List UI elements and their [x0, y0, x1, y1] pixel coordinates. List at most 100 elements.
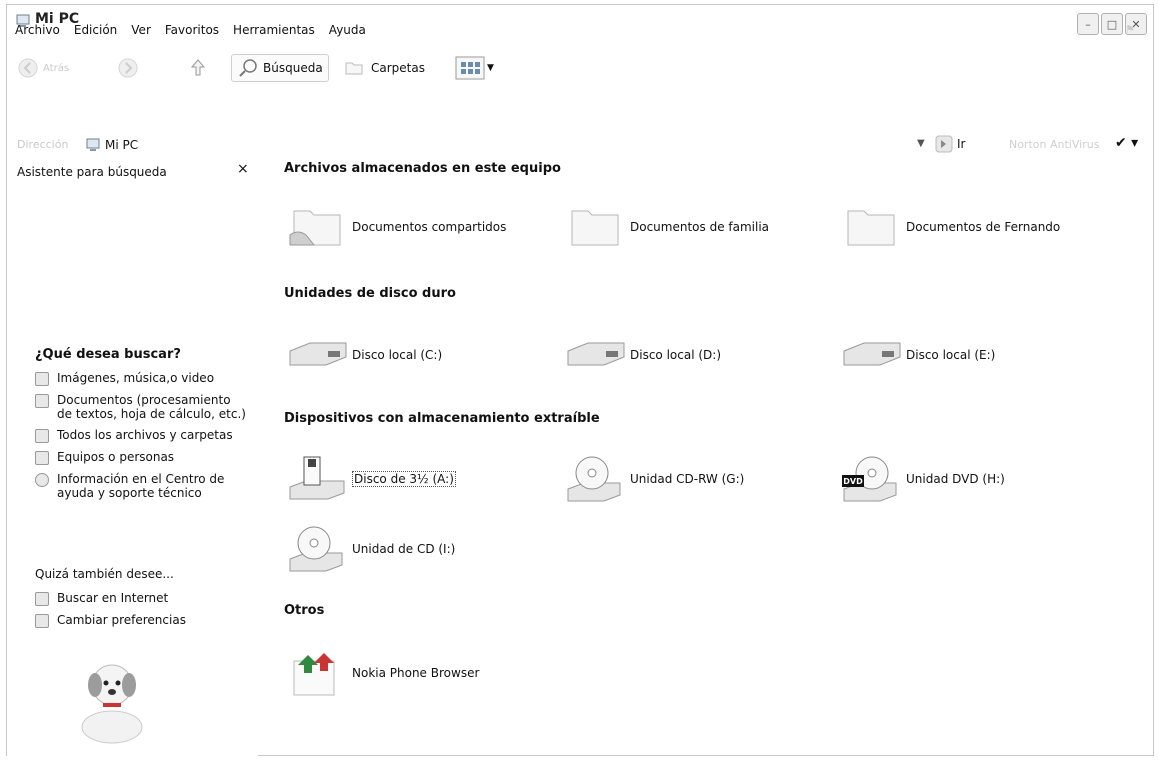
- nokia-phone-browser[interactable]: Nokia Phone Browser: [284, 647, 479, 699]
- menu-bar: Archivo Edición Ver Favoritos Herramient…: [7, 23, 1153, 41]
- folders-button[interactable]: Carpetas: [343, 54, 425, 82]
- phone-browser-icon: [293, 653, 335, 696]
- folder-icon: [571, 210, 619, 246]
- hard-drive-icon: [567, 342, 625, 366]
- search-companion-pane: Asistente para búsqueda × ¿Qué desea bus…: [7, 157, 258, 757]
- section-removable: Dispositivos con almacenamiento extraíbl…: [284, 411, 600, 426]
- folder-family-documents[interactable]: Documentos de familia: [562, 201, 769, 253]
- floppy-drive-icon: [289, 456, 345, 500]
- option-computers[interactable]: Equipos o personas: [35, 450, 247, 465]
- folder-label: Documentos compartidos: [352, 220, 507, 234]
- search-button[interactable]: Búsqueda: [231, 54, 329, 82]
- checkbox-icon: [35, 614, 49, 628]
- floppy-a[interactable]: Disco de 3½ (A:): [284, 453, 456, 505]
- up-folder-icon: [190, 59, 206, 76]
- section-hard-drives: Unidades de disco duro: [284, 286, 456, 301]
- back-arrow-icon: [18, 58, 38, 78]
- search-options: Imágenes, música,o video Documentos (pro…: [35, 371, 247, 507]
- magnifier-icon: [239, 59, 257, 77]
- option-label: Buscar en Internet: [57, 591, 169, 605]
- back-button[interactable]: Atrás: [17, 54, 69, 82]
- section-stored-files: Archivos almacenados en este equipo: [284, 161, 561, 176]
- cd-i[interactable]: Unidad de CD (I:): [284, 523, 455, 575]
- back-label: Atrás: [43, 62, 70, 74]
- folder-icon: [847, 210, 895, 246]
- cd-drive-icon: [567, 456, 621, 502]
- dvd-h[interactable]: DVD Unidad DVD (H:): [838, 453, 1005, 505]
- arrow-icon: [35, 394, 49, 408]
- views-button[interactable]: ▼: [455, 54, 494, 82]
- menu-ayuda[interactable]: Ayuda: [329, 23, 366, 41]
- option-label: Cambiar preferencias: [57, 613, 186, 627]
- arrow-icon: [35, 451, 49, 465]
- search-question: ¿Qué desea buscar?: [35, 347, 181, 362]
- computer-icon: [86, 138, 100, 151]
- disk-label: Disco local (D:): [630, 348, 722, 362]
- address-label: Dirección: [17, 138, 69, 151]
- menu-archivo[interactable]: Archivo: [15, 23, 60, 41]
- menu-favoritos[interactable]: Favoritos: [165, 23, 219, 41]
- hard-drive-icon: [843, 342, 901, 366]
- views-grid-icon: [455, 56, 485, 80]
- search-dog-icon: [81, 664, 143, 744]
- nokia-label: Nokia Phone Browser: [352, 666, 480, 680]
- option-label: Documentos (procesamiento de textos, hoj…: [57, 393, 246, 421]
- folder-shared-documents[interactable]: Documentos compartidos: [284, 201, 506, 253]
- hard-drive-icon: [289, 342, 347, 366]
- menu-edicion[interactable]: Edición: [74, 23, 117, 41]
- option-label: Imágenes, música,o video: [57, 371, 215, 385]
- go-button[interactable]: Ir: [935, 135, 965, 153]
- forward-button[interactable]: [117, 54, 139, 82]
- arrow-icon: [35, 429, 49, 443]
- section-other: Otros: [284, 603, 325, 618]
- also-options: Buscar en Internet Cambiar preferencias: [35, 591, 247, 635]
- option-documents[interactable]: Documentos (procesamiento de textos, hoj…: [35, 393, 247, 421]
- menu-ver[interactable]: Ver: [131, 23, 151, 41]
- option-label: Todos los archivos y carpetas: [57, 428, 233, 442]
- option-media[interactable]: Imágenes, música,o video: [35, 371, 247, 386]
- cdrw-label: Unidad CD-RW (G:): [630, 472, 745, 486]
- arrow-icon: [35, 592, 49, 606]
- option-search-internet[interactable]: Buscar en Internet: [35, 591, 247, 606]
- close-pane-button[interactable]: ×: [237, 161, 249, 177]
- norton-label: Norton AntiVirus: [1009, 138, 1100, 151]
- also-title: Quizá también desee...: [35, 567, 174, 581]
- option-change-preferences[interactable]: Cambiar preferencias: [35, 613, 247, 628]
- help-globe-icon: [35, 473, 49, 487]
- search-companion-title: Asistente para búsqueda: [17, 165, 167, 179]
- disk-e[interactable]: Disco local (E:): [838, 329, 995, 381]
- toolbar: Atrás Búsqueda Carpetas ▼: [7, 47, 1153, 87]
- option-label: Información en el Centro de ayuda y sopo…: [57, 472, 225, 500]
- folder-label: Documentos de Fernando: [906, 220, 1061, 234]
- chevron-down-icon: ▼: [487, 63, 494, 73]
- disk-c[interactable]: Disco local (C:): [284, 329, 442, 381]
- windows-logo-icon: ⚑: [1125, 23, 1135, 36]
- main-content: Archivos almacenados en este equipo Docu…: [266, 157, 1146, 757]
- folders-icon: [345, 62, 363, 75]
- folder-fernando-documents[interactable]: Documentos de Fernando: [838, 201, 1060, 253]
- address-bar: Dirección Mi PC ▼ Ir Norton AntiVirus ✔ …: [7, 134, 1153, 156]
- option-help-center[interactable]: Información en el Centro de ayuda y sopo…: [35, 472, 247, 500]
- cd-label: Unidad de CD (I:): [352, 542, 456, 556]
- arrow-icon: [35, 372, 49, 386]
- explorer-window: Mi PC – □ ✕ Archivo Edición Ver Favorito…: [6, 4, 1154, 757]
- disk-label: Disco local (C:): [352, 348, 443, 362]
- forward-arrow-icon: [118, 58, 138, 78]
- address-value: Mi PC: [105, 138, 139, 152]
- address-dropdown-icon[interactable]: ▼: [917, 138, 925, 149]
- go-label: Ir: [957, 137, 966, 151]
- menu-herramientas[interactable]: Herramientas: [233, 23, 315, 41]
- go-arrow-icon: [935, 135, 953, 153]
- up-folder-button[interactable]: [187, 54, 209, 82]
- option-label: Equipos o personas: [57, 450, 175, 464]
- disk-d[interactable]: Disco local (D:): [562, 329, 721, 381]
- shared-folder-icon: [289, 210, 341, 246]
- cdrw-g[interactable]: Unidad CD-RW (G:): [562, 453, 744, 505]
- dvd-drive-icon: DVD: [842, 456, 897, 502]
- dvd-label: Unidad DVD (H:): [906, 472, 1005, 486]
- norton-icon[interactable]: ✔ ▾: [1115, 135, 1138, 151]
- folders-label: Carpetas: [371, 61, 425, 75]
- option-all-files[interactable]: Todos los archivos y carpetas: [35, 428, 247, 443]
- address-input[interactable]: Mi PC: [81, 135, 913, 155]
- folder-label: Documentos de familia: [630, 220, 770, 234]
